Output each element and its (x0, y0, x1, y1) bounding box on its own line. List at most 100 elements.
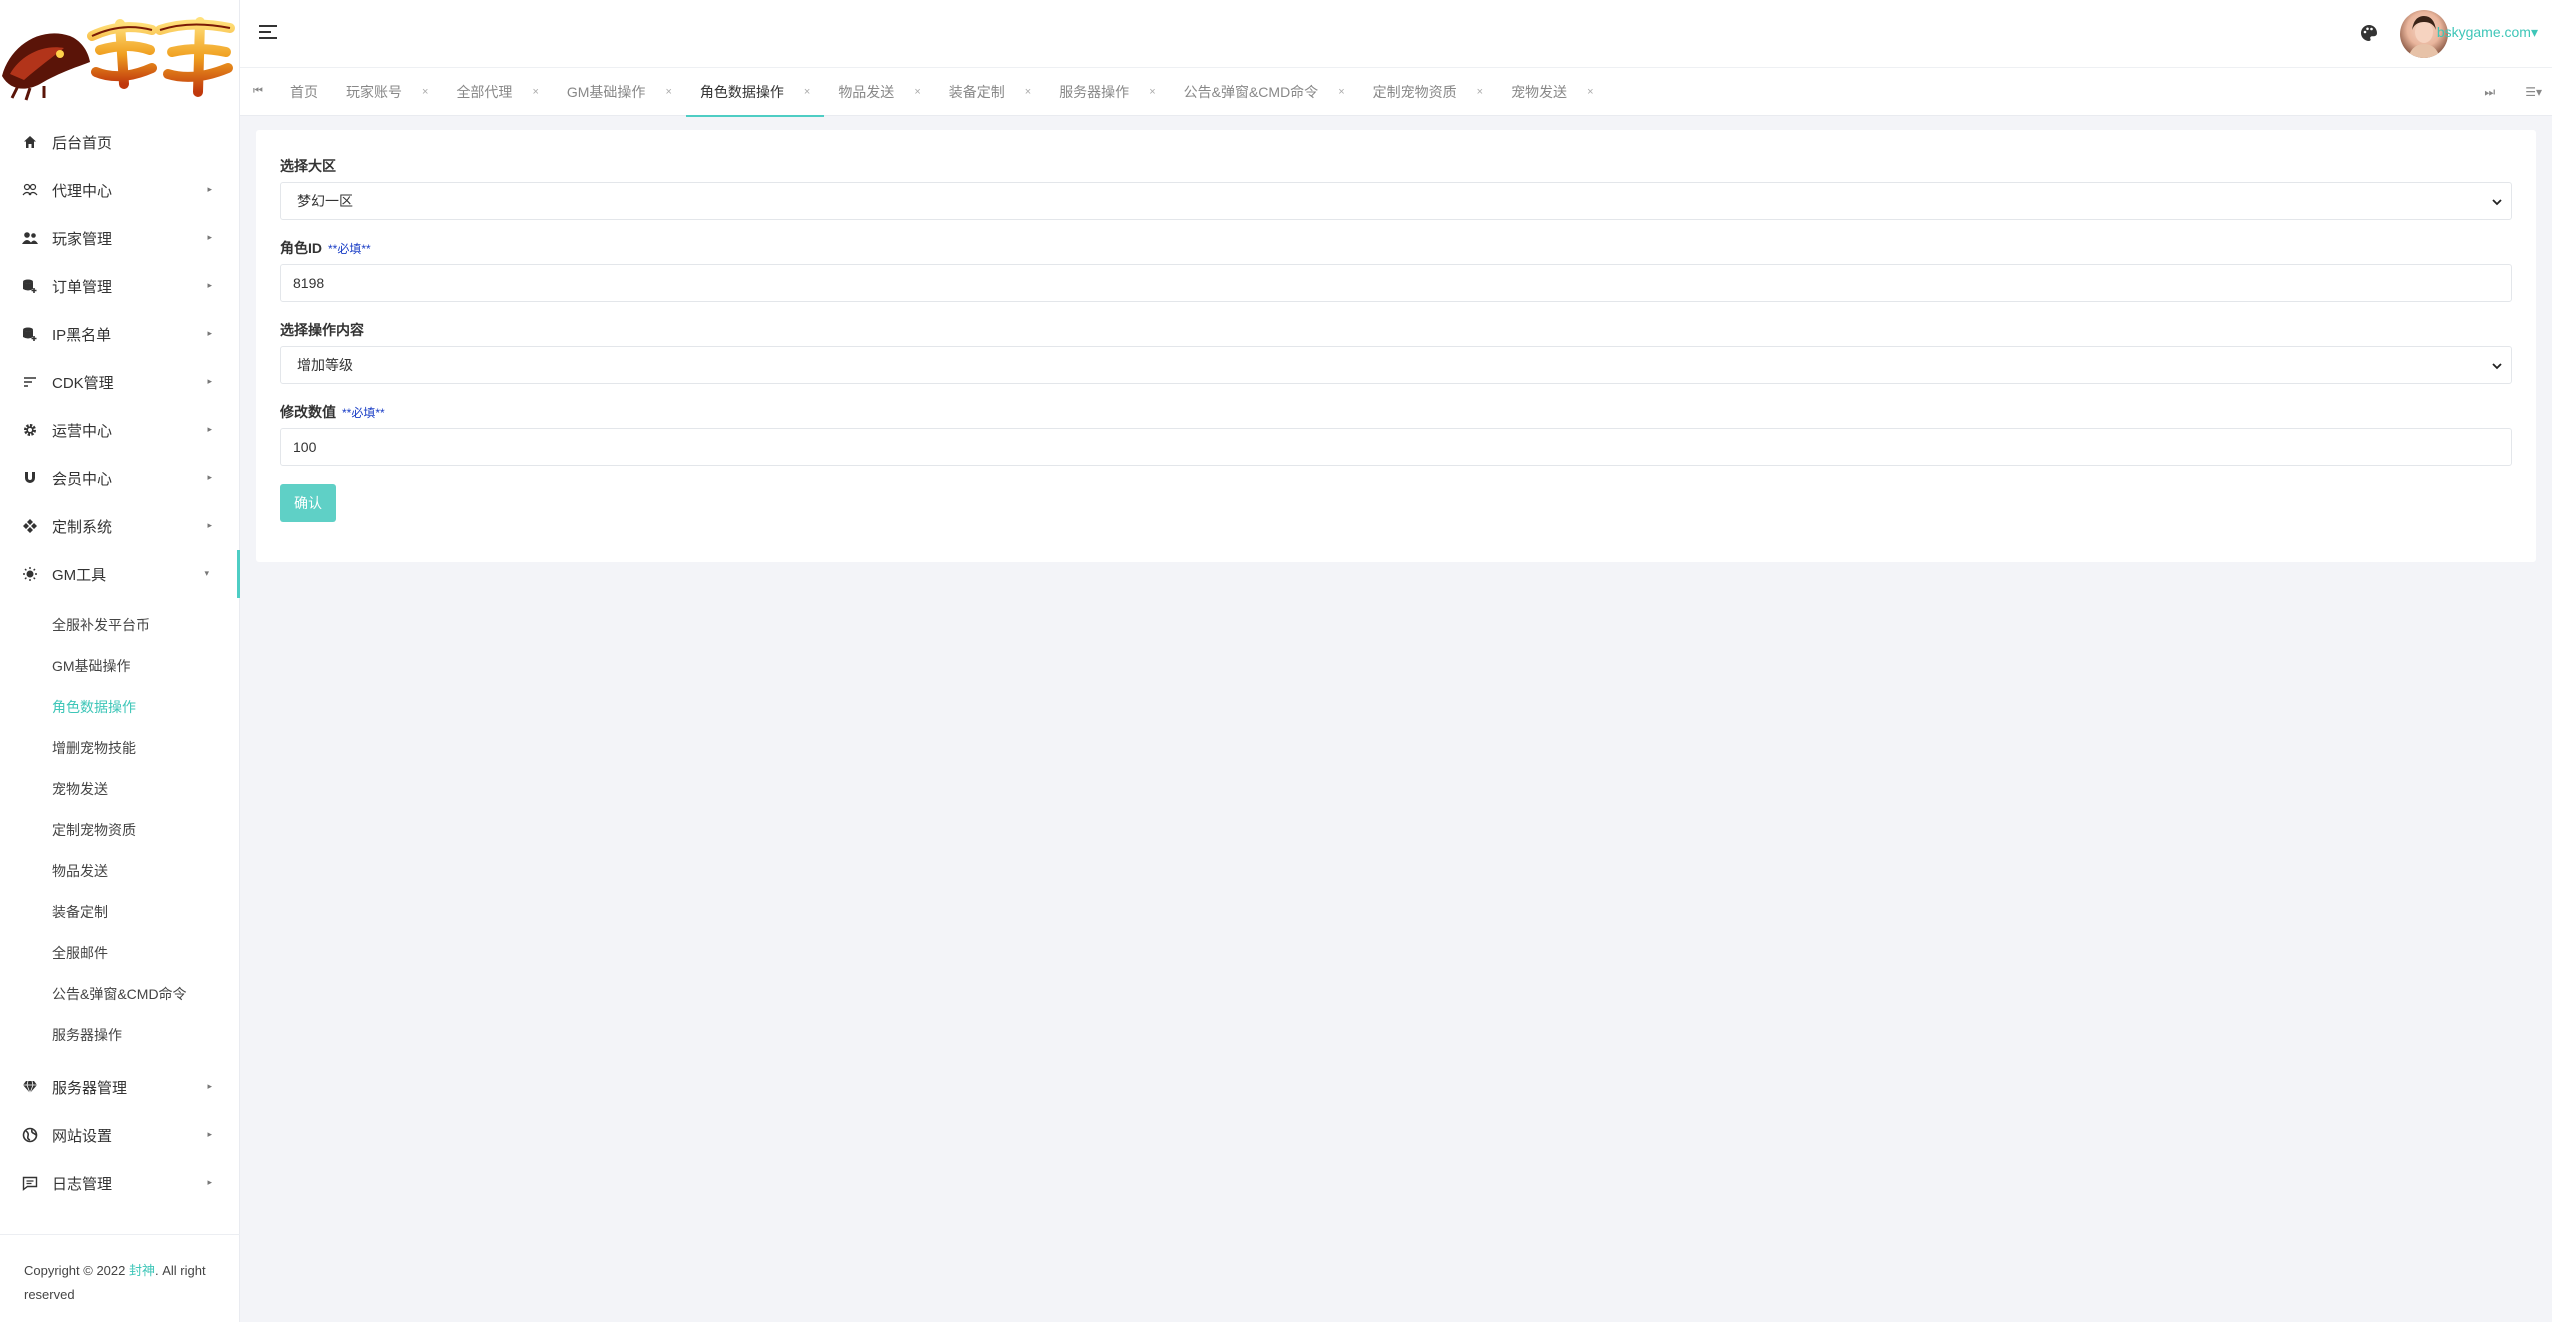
sidebar-item-players[interactable]: 玩家管理 ▸ (0, 214, 240, 262)
tab-label: 全部代理 (456, 83, 513, 100)
users-outline-icon (22, 182, 38, 198)
globe-icon (22, 1127, 38, 1143)
sidebar-item-custom-system[interactable]: 定制系统 ▸ (0, 502, 240, 550)
game-logo-icon (2, 17, 235, 101)
sidebar-item-home[interactable]: 后台首页 (0, 118, 240, 166)
region-label: 选择大区 (280, 156, 2512, 176)
gamepad-icon (22, 518, 38, 534)
sidebar-item-logs[interactable]: 日志管理 ▸ (0, 1159, 240, 1207)
submenu-item-item-send[interactable]: 物品发送 (0, 850, 240, 891)
user-name-label: bskygame.com (2436, 24, 2531, 40)
tab-announcement-cmd[interactable]: 公告&弹窗&CMD命令 × (1170, 68, 1359, 116)
tab-pet-aptitude[interactable]: 定制宠物资质 × (1359, 68, 1497, 116)
submenu-item-gm-basic[interactable]: GM基础操作 (0, 645, 240, 686)
close-icon[interactable]: × (1149, 86, 1155, 98)
sort-lines-icon (22, 374, 38, 390)
sidebar-item-ip-blacklist[interactable]: IP黑名单 ▸ (0, 310, 240, 358)
copyright-brand-link[interactable]: 封神 (129, 1263, 155, 1278)
sidebar-item-cdk[interactable]: CDK管理 ▸ (0, 358, 240, 406)
tab-all-agents[interactable]: 全部代理 × (442, 68, 552, 116)
operation-label-text: 选择操作内容 (280, 322, 364, 338)
submenu-item-role-data[interactable]: 角色数据操作 (0, 686, 240, 727)
sidebar-item-label: 运营中心 (52, 422, 113, 440)
required-hint: **必填** (328, 241, 371, 256)
chevron-down-icon (2491, 195, 2503, 211)
sidebar-item-operations[interactable]: 运营中心 ▸ (0, 406, 240, 454)
tab-label: 首页 (290, 83, 318, 100)
amount-input[interactable]: 100 (280, 428, 2512, 466)
role-id-label: 角色ID **必填** (280, 238, 2512, 258)
submenu-item-pet-aptitude[interactable]: 定制宠物资质 (0, 809, 240, 850)
close-icon[interactable]: × (914, 86, 920, 98)
tab-pet-send[interactable]: 宠物发送 × (1497, 68, 1607, 116)
sidebar-item-label: 定制系统 (52, 518, 113, 536)
logo (0, 0, 240, 110)
sidebar-item-server-management[interactable]: 服务器管理 ▸ (0, 1063, 240, 1111)
operation-select[interactable]: 增加等级 (280, 346, 2512, 384)
tab-label: GM基础操作 (566, 83, 646, 100)
region-select[interactable]: 梦幻一区 (280, 182, 2512, 220)
tab-equipment-custom[interactable]: 装备定制 × (935, 68, 1045, 116)
submenu-item-pet-skills[interactable]: 增删宠物技能 (0, 727, 240, 768)
chevron-right-icon: ▸ (207, 184, 212, 194)
tab-gm-basic[interactable]: GM基础操作 × (553, 68, 686, 116)
amount-label: 修改数值 **必填** (280, 402, 2512, 422)
tab-label: 定制宠物资质 (1372, 83, 1457, 100)
close-icon[interactable]: × (1338, 86, 1344, 98)
operation-label: 选择操作内容 (280, 320, 2512, 340)
gm-tools-submenu: 全服补发平台币 GM基础操作 角色数据操作 增删宠物技能 宠物发送 定制宠物资质… (0, 598, 240, 1063)
sidebar-item-gm-tools[interactable]: GM工具 ▾ (0, 550, 240, 598)
tabs-scroll-right-icon[interactable]: ⏭ (2484, 85, 2495, 100)
submenu-item-server-mail[interactable]: 全服邮件 (0, 932, 240, 973)
copyright-prefix: Copyright © 2022 (24, 1263, 129, 1278)
database-plus-icon (22, 278, 38, 294)
tab-player-accounts[interactable]: 玩家账号 × (332, 68, 442, 116)
sidebar-item-label: 玩家管理 (52, 230, 113, 248)
sidebar-item-members[interactable]: 会员中心 ▸ (0, 454, 240, 502)
close-icon[interactable]: × (532, 86, 538, 98)
close-icon[interactable]: × (804, 86, 810, 98)
role-id-value: 8198 (293, 275, 325, 291)
tab-item-send[interactable]: 物品发送 × (824, 68, 934, 116)
submenu-item-announcement-cmd[interactable]: 公告&弹窗&CMD命令 (0, 973, 240, 1014)
tab-label: 服务器操作 (1059, 83, 1130, 100)
user-menu-dropdown[interactable]: bskygame.com▾ (2437, 24, 2538, 41)
close-icon[interactable]: × (665, 86, 671, 98)
role-data-form-card: 选择大区 梦幻一区 角色ID **必填** 8198 选择操作内容 增加等级 修改… (256, 130, 2536, 562)
submenu-item-pet-send[interactable]: 宠物发送 (0, 768, 240, 809)
submenu-item-equipment-custom[interactable]: 装备定制 (0, 891, 240, 932)
sidebar: 后台首页 代理中心 ▸ 玩家管理 ▸ 订单管理 ▸ IP黑名单 ▸ CDK管理 … (0, 0, 240, 1322)
tabs-scroll-left-icon[interactable]: ⏮ (240, 85, 276, 98)
tab-home[interactable]: 首页 (276, 68, 332, 116)
menu-toggle-icon[interactable] (258, 24, 278, 45)
tab-label: 玩家账号 (346, 83, 402, 100)
tab-label: 物品发送 (838, 83, 895, 100)
close-icon[interactable]: × (1477, 86, 1483, 98)
lightbulb-icon (22, 566, 38, 582)
sidebar-item-label: 日志管理 (52, 1175, 113, 1193)
amount-value: 100 (293, 439, 317, 455)
sidebar-item-site-settings[interactable]: 网站设置 ▸ (0, 1111, 240, 1159)
sidebar-item-orders[interactable]: 订单管理 ▸ (0, 262, 240, 310)
database-plus-icon (22, 326, 38, 342)
close-icon[interactable]: × (422, 86, 428, 98)
region-label-text: 选择大区 (280, 158, 336, 174)
role-id-input[interactable]: 8198 (280, 264, 2512, 302)
chevron-right-icon: ▸ (207, 280, 212, 290)
submenu-item-server-ops[interactable]: 服务器操作 (0, 1014, 240, 1055)
confirm-button[interactable]: 确认 (280, 484, 336, 522)
sidebar-item-agents[interactable]: 代理中心 ▸ (0, 166, 240, 214)
tabs-menu-icon[interactable]: ☰▾ (2525, 85, 2542, 99)
submenu-item-server-currency[interactable]: 全服补发平台币 (0, 604, 240, 645)
close-icon[interactable]: × (1587, 86, 1593, 98)
tab-role-data[interactable]: 角色数据操作 × (685, 68, 825, 117)
users-icon (22, 230, 38, 246)
chevron-right-icon: ▸ (207, 472, 212, 482)
tabs-bar: ⏮ 首页 玩家账号 × 全部代理 × GM基础操作 × 角色数据操作 × 物品发送 × 装… (240, 68, 2552, 117)
theme-palette-icon[interactable] (2360, 24, 2378, 47)
sidebar-item-label: CDK管理 (52, 374, 114, 392)
tab-server-ops[interactable]: 服务器操作 × (1045, 68, 1169, 116)
chevron-right-icon: ▸ (207, 1129, 212, 1139)
required-hint: **必填** (342, 405, 385, 420)
close-icon[interactable]: × (1025, 86, 1031, 98)
